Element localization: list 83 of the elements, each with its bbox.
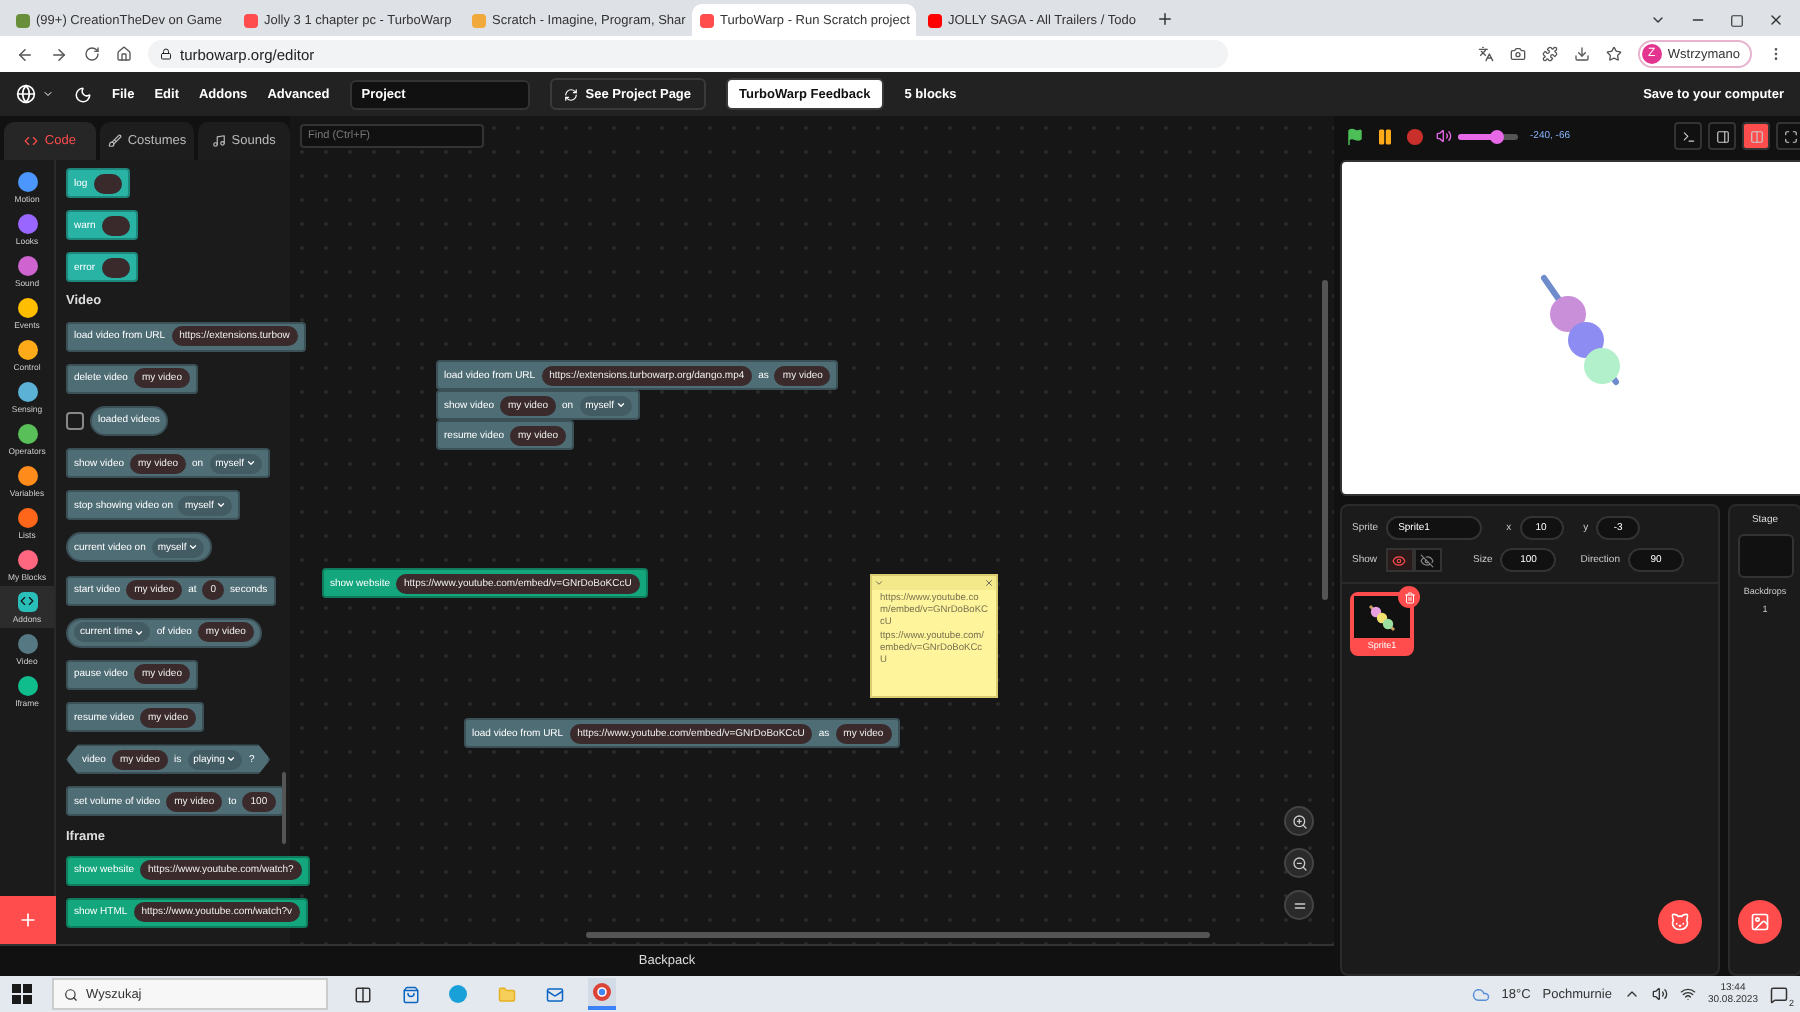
theme-icon[interactable] [74,85,92,103]
plus-icon [18,910,38,930]
console-button[interactable] [1674,122,1702,150]
backdrop-thumbnail [1737,534,1793,578]
camera-icon[interactable] [1509,46,1526,62]
caret-icon [215,500,226,511]
site-icon [16,13,30,27]
forward-icon[interactable] [50,45,68,63]
columns-icon [1749,129,1763,143]
reload-icon[interactable] [84,46,100,62]
search-icon [64,987,78,1001]
zoom-in-icon [1291,813,1307,829]
collapse-icon[interactable] [874,578,884,588]
reset-zoom-button[interactable] [1284,890,1314,920]
zoom-out-button[interactable] [1284,848,1314,878]
caret-icon[interactable] [1623,986,1640,1002]
fullscreen-button[interactable] [1776,122,1800,150]
small-stage-button[interactable] [1708,122,1736,150]
tab-search-icon[interactable] [1650,12,1666,28]
close-icon[interactable] [1768,12,1784,28]
windows-icon[interactable] [12,984,32,1004]
cat-icon [1670,912,1690,932]
caret-icon [616,400,627,410]
bag-icon[interactable] [401,985,419,1003]
zoom-in-button[interactable] [1284,806,1314,836]
home-icon[interactable] [116,46,132,62]
volume-icon[interactable] [1651,986,1668,1002]
checkbox[interactable] [66,411,84,430]
mail-icon[interactable] [545,985,563,1003]
bookmark-icon[interactable] [1605,46,1622,62]
image-icon [1750,912,1770,932]
refresh-icon [563,87,578,101]
delete-button[interactable] [1398,586,1420,608]
panel-icon [1715,129,1729,143]
eye-icon [1392,553,1407,567]
caret-icon [188,542,199,553]
terminal-icon [1681,129,1695,143]
taskbar-button[interactable] [588,978,616,1010]
volume-icon[interactable] [1436,128,1452,144]
block-input[interactable] [101,257,130,278]
browser-icon [592,982,612,1002]
fullscreen-icon [1783,129,1797,143]
extensions-icon[interactable] [1541,46,1558,62]
show-button[interactable] [1385,548,1414,572]
lock-icon [160,48,172,60]
task-view-icon[interactable] [353,985,371,1003]
scrollbar[interactable] [282,772,286,844]
block-input[interactable] [93,173,122,193]
trash-icon [1403,591,1415,603]
block-input[interactable] [101,215,130,236]
large-stage-button[interactable] [1742,122,1770,150]
zoom-out-icon [1291,855,1307,871]
scrollbar[interactable] [1322,280,1328,600]
code-icon [24,134,39,148]
back-icon[interactable] [16,45,34,63]
volume-slider[interactable] [1458,133,1518,139]
eye-off-icon [1420,553,1435,567]
weather-icon[interactable] [1471,985,1490,1003]
caret-icon [246,458,257,469]
stop-icon[interactable] [1406,127,1424,145]
new-tab-icon[interactable] [1156,9,1174,27]
hide-button[interactable] [1413,548,1442,572]
scrollbar[interactable] [586,932,1210,938]
notification-icon[interactable] [1770,985,1788,1003]
network-icon[interactable] [1679,986,1696,1002]
equals-icon [1291,897,1307,913]
translate-icon[interactable] [1477,46,1494,62]
site-icon [928,13,942,27]
site-icon [472,13,486,27]
music-icon [211,134,226,148]
site-icon [244,13,258,27]
download-icon[interactable] [1573,46,1590,62]
flag-icon[interactable] [1346,127,1364,145]
caret-icon [226,754,237,765]
sprite-drawing [1541,275,1620,385]
sprite-thumbnail [1366,603,1398,631]
pause-icon[interactable] [1376,127,1394,145]
caret-icon [42,88,54,100]
site-icon [700,13,714,27]
language-icon[interactable] [16,84,36,104]
caret-icon [134,627,145,638]
brush-icon [107,134,122,148]
maximize-icon[interactable] [1730,13,1744,27]
